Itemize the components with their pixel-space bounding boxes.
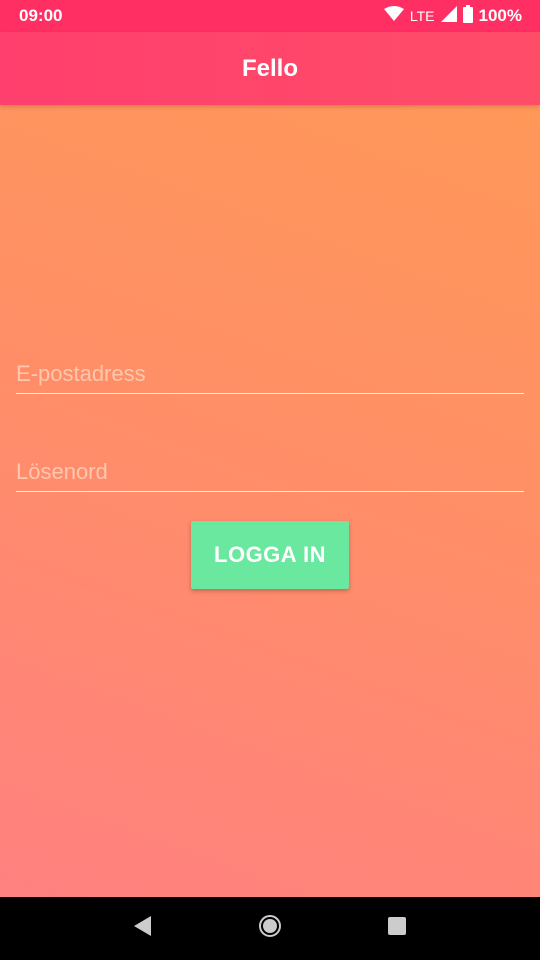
- battery-level: 100%: [478, 6, 522, 25]
- home-button[interactable]: [250, 909, 290, 949]
- password-input[interactable]: [16, 459, 524, 485]
- wifi-icon: [383, 5, 404, 27]
- status-bar: 09:00 LTE 100%: [0, 0, 540, 32]
- app-title: Fello: [241, 54, 298, 82]
- status-icons: LTE 100%: [383, 4, 522, 28]
- navigation-bar: [0, 897, 540, 960]
- battery-icon: [462, 4, 473, 28]
- back-icon: [133, 915, 153, 942]
- recents-icon: [387, 916, 407, 941]
- login-button[interactable]: LOGGA IN: [191, 521, 349, 589]
- recents-button[interactable]: [377, 909, 417, 949]
- home-icon: [258, 914, 282, 943]
- password-field-container: [16, 446, 524, 492]
- email-field-container: [16, 348, 524, 394]
- login-screen: 09:00 LTE 100% Fello E-postadress LOGGA …: [0, 0, 540, 960]
- back-button[interactable]: [123, 909, 163, 949]
- signal-icon: [440, 5, 457, 27]
- status-time: 09:00: [19, 6, 63, 25]
- network-type-label: LTE: [409, 8, 435, 24]
- email-input[interactable]: [16, 361, 524, 387]
- app-bar: Fello: [0, 32, 540, 105]
